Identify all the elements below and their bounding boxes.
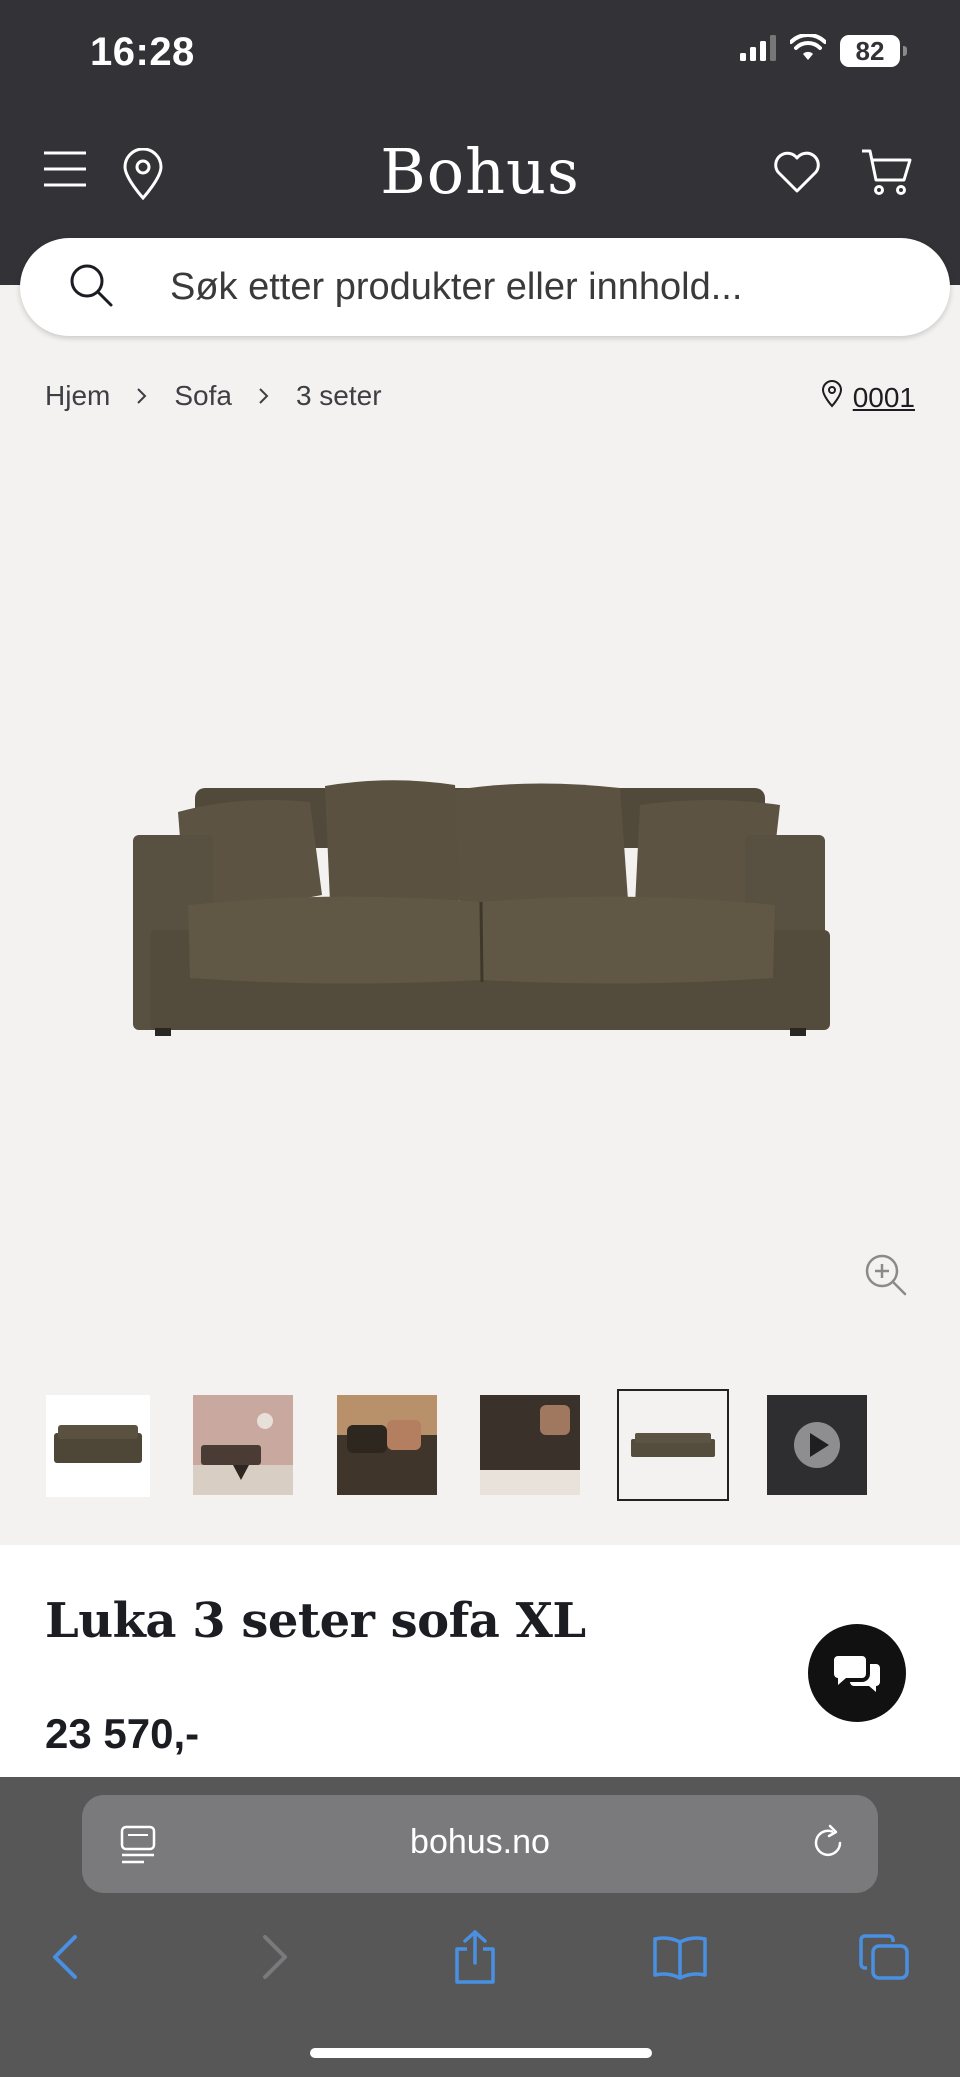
bookmarks-icon[interactable] bbox=[650, 1927, 710, 1987]
chevron-right-icon bbox=[136, 387, 148, 405]
breadcrumb-current: 3 seter bbox=[295, 380, 382, 411]
search-icon[interactable] bbox=[68, 262, 114, 313]
share-icon[interactable] bbox=[445, 1927, 505, 1987]
cart-icon[interactable] bbox=[860, 148, 912, 196]
forward-icon[interactable] bbox=[245, 1927, 305, 1987]
product-title: Luka 3 seter sofa XL bbox=[45, 1593, 586, 1649]
zoom-in-icon[interactable] bbox=[864, 1253, 908, 1302]
thumbnail-3[interactable] bbox=[480, 1395, 580, 1495]
thumbnail-1[interactable] bbox=[193, 1395, 293, 1495]
back-icon[interactable] bbox=[35, 1927, 95, 1987]
breadcrumb: Hjem Sofa 3 seter bbox=[45, 380, 382, 412]
reload-icon[interactable] bbox=[808, 1823, 848, 1868]
breadcrumb-home[interactable]: Hjem bbox=[45, 380, 110, 412]
home-indicator[interactable] bbox=[310, 2048, 652, 2058]
store-code[interactable]: 0001 bbox=[853, 382, 915, 414]
thumbnail-2[interactable] bbox=[337, 1395, 437, 1495]
play-icon bbox=[794, 1422, 840, 1468]
status-icons: 82 bbox=[740, 32, 907, 67]
chat-icon bbox=[834, 1656, 880, 1692]
search-bar[interactable] bbox=[20, 238, 950, 336]
map-pin-icon bbox=[821, 380, 843, 415]
thumbnail-video[interactable] bbox=[767, 1395, 867, 1495]
thumbnail-4[interactable] bbox=[617, 1389, 729, 1501]
chat-button[interactable] bbox=[808, 1624, 906, 1722]
status-time: 16:28 bbox=[90, 30, 195, 74]
product-price: 23 570,- bbox=[45, 1710, 200, 1757]
thumbnail-0[interactable] bbox=[46, 1395, 150, 1497]
heart-icon[interactable] bbox=[773, 150, 821, 194]
product-image[interactable] bbox=[0, 440, 960, 1340]
battery-icon: 82 bbox=[840, 34, 907, 67]
tabs-icon[interactable] bbox=[855, 1927, 915, 1987]
breadcrumb-sofa[interactable]: Sofa bbox=[174, 380, 232, 412]
chevron-right-icon bbox=[258, 387, 270, 405]
search-input[interactable] bbox=[170, 238, 890, 336]
store-selector[interactable]: 0001 bbox=[821, 380, 915, 415]
browser-toolbar: bohus.no bbox=[0, 1777, 960, 2077]
address-bar[interactable]: bohus.no bbox=[82, 1795, 878, 1893]
url-text[interactable]: bohus.no bbox=[82, 1823, 878, 1862]
wifi-icon bbox=[789, 32, 827, 67]
signal-icon bbox=[740, 35, 776, 66]
